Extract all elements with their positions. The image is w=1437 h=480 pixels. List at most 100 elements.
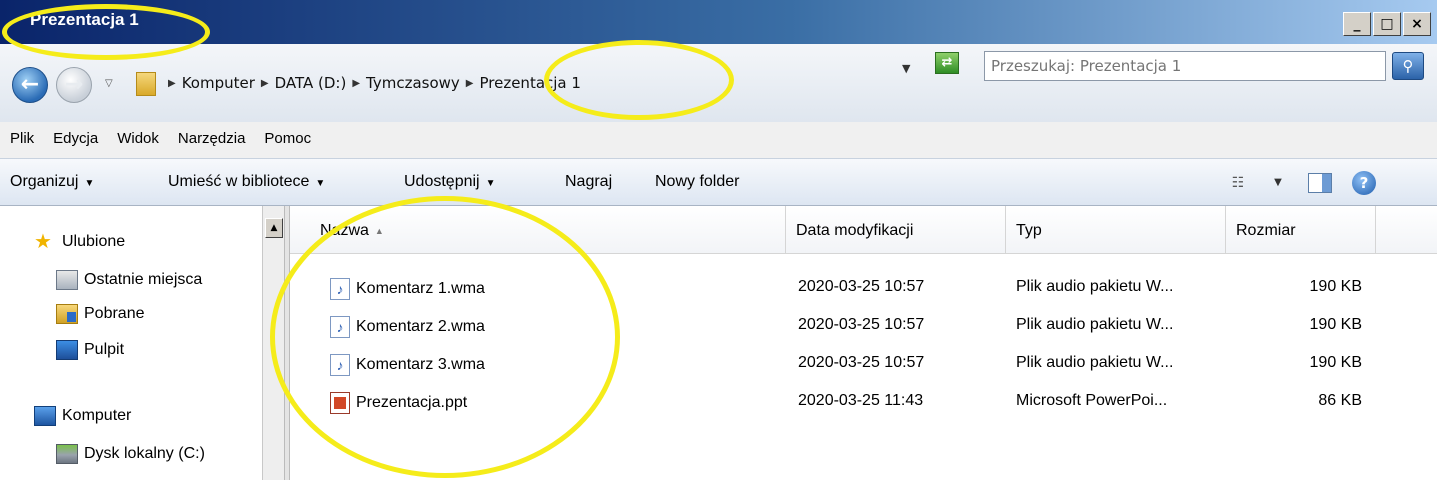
title-bar: Prezentacja 1 _ □ ×: [0, 0, 1437, 44]
nav-recent-places[interactable]: Ostatnie miejsca: [56, 270, 202, 290]
breadcrumb-item[interactable]: ▶ Prezentacja 1: [466, 74, 581, 92]
view-controls: ☷ ▼ ?: [1228, 171, 1376, 195]
new-folder-button[interactable]: Nowy folder: [655, 173, 739, 191]
include-in-library-button[interactable]: Umieść w bibliotece ▼: [168, 173, 325, 191]
back-button[interactable]: ←: [12, 67, 48, 103]
scroll-up-icon[interactable]: ▲: [265, 218, 283, 238]
breadcrumb-item[interactable]: ▶ DATA (D:): [261, 74, 346, 92]
breadcrumb-label: Komputer: [181, 74, 255, 92]
file-modified: 2020-03-25 11:43: [798, 392, 924, 409]
breadcrumb-item[interactable]: ▶ Tymczasowy: [352, 74, 459, 92]
table-row[interactable]: ♪ Komentarz 1.wma 2020-03-25 10:57 Plik …: [290, 270, 1380, 304]
wma-audio-icon: ♪: [330, 354, 350, 376]
search-field[interactable]: [984, 51, 1386, 81]
table-row[interactable]: Prezentacja.ppt 2020-03-25 11:43 Microso…: [290, 384, 1380, 418]
nav-label: Ostatnie miejsca: [84, 271, 203, 288]
breadcrumb-items: ▶ Komputer ▶ DATA (D:) ▶ Tymczasowy ▶ Prezen…: [168, 74, 581, 92]
wma-audio-icon: ♪: [330, 278, 350, 300]
share-button[interactable]: Udostępnij ▼: [404, 173, 496, 191]
desktop-icon: [56, 340, 78, 360]
nav-desktop[interactable]: Pulpit: [56, 340, 124, 360]
nav-favorites[interactable]: ★ Ulubione: [34, 232, 125, 252]
nav-label: Pobrane: [84, 305, 145, 322]
nav-label: Komputer: [62, 407, 132, 424]
nav-scrollbar[interactable]: ▲: [262, 206, 284, 480]
breadcrumb-label: DATA (D:): [274, 74, 347, 92]
breadcrumb-label: Prezentacja 1: [479, 74, 581, 92]
menu-bar: Plik Edycja Widok Narzędzia Pomoc: [0, 122, 1437, 158]
help-icon[interactable]: ?: [1352, 171, 1376, 195]
wma-audio-icon: ♪: [330, 316, 350, 338]
nav-local-disk[interactable]: Dysk lokalny (C:): [56, 444, 205, 464]
view-options-icon[interactable]: ☷: [1228, 173, 1248, 193]
menu-file[interactable]: Plik: [0, 122, 45, 158]
column-modified[interactable]: Data modyfikacji: [786, 206, 1006, 254]
menu-edit[interactable]: Edycja: [45, 122, 109, 158]
file-name-cell: ♪ Komentarz 2.wma: [330, 316, 485, 338]
chevron-down-icon: ▼: [485, 178, 496, 189]
table-row[interactable]: ♪ Komentarz 2.wma 2020-03-25 10:57 Plik …: [290, 308, 1380, 342]
refresh-button[interactable]: ⇄: [935, 52, 959, 74]
local-disk-icon: [56, 444, 78, 464]
nav-label: Dysk lokalny (C:): [84, 445, 205, 462]
arrow-right-icon: →: [64, 72, 84, 97]
file-name: Komentarz 3.wma: [356, 356, 485, 373]
column-name[interactable]: Nazwa ▲: [290, 206, 786, 254]
burn-button[interactable]: Nagraj: [565, 173, 612, 191]
command-bar: Organizuj ▼ Umieść w bibliotece ▼ Udostępn…: [0, 158, 1437, 206]
nav-label: Pulpit: [84, 341, 125, 358]
search-input[interactable]: [985, 52, 1385, 80]
column-headers: Nazwa ▲ Data modyfikacji Typ Rozmiar: [290, 206, 1437, 254]
computer-icon: [34, 406, 56, 426]
nav-label: Ulubione: [62, 233, 126, 250]
nav-computer[interactable]: Komputer: [34, 406, 131, 426]
breadcrumb-label: Tymczasowy: [366, 74, 460, 92]
breadcrumb[interactable]: ▶ Komputer ▶ DATA (D:) ▶ Tymczasowy ▶ Prezen…: [126, 68, 926, 102]
preview-pane-icon[interactable]: [1308, 173, 1332, 193]
arrow-left-icon: ←: [20, 72, 40, 97]
window-controls: _ □ ×: [1343, 12, 1431, 36]
menu-tools[interactable]: Narzędzia: [170, 122, 257, 158]
file-modified: 2020-03-25 10:57: [798, 354, 925, 371]
table-row[interactable]: ♪ Komentarz 3.wma 2020-03-25 10:57 Plik …: [290, 346, 1380, 380]
file-name-cell: ♪ Komentarz 1.wma: [330, 278, 485, 300]
organize-label: Organizuj: [10, 173, 79, 190]
star-icon: ★: [34, 231, 52, 253]
file-type: Plik audio pakietu W...: [1016, 354, 1174, 371]
close-button[interactable]: ×: [1403, 12, 1431, 36]
forward-button[interactable]: →: [56, 67, 92, 103]
address-bar: ← → ▽ ▶ Komputer ▶ DATA (D:) ▶ Tymczasowy ▶…: [0, 44, 1437, 122]
menu-help[interactable]: Pomoc: [256, 122, 322, 158]
chevron-right-icon: ▶: [352, 77, 361, 89]
ppt-file-icon: [330, 392, 350, 414]
nav-downloads[interactable]: Pobrane: [56, 304, 145, 324]
file-modified: 2020-03-25 10:57: [798, 316, 925, 333]
minimize-button[interactable]: _: [1343, 12, 1371, 36]
breadcrumb-item[interactable]: ▶ Komputer: [168, 74, 255, 92]
menu-view[interactable]: Widok: [109, 122, 170, 158]
file-type: Plik audio pakietu W...: [1016, 316, 1174, 333]
address-dropdown-icon[interactable]: ▼: [902, 62, 910, 75]
column-size[interactable]: Rozmiar: [1226, 206, 1376, 254]
chevron-right-icon: ▶: [465, 77, 474, 89]
downloads-folder-icon: [56, 304, 78, 324]
file-name-cell: Prezentacja.ppt: [330, 392, 467, 414]
chevron-right-icon: ▶: [168, 77, 176, 89]
file-name: Prezentacja.ppt: [356, 394, 468, 411]
file-modified: 2020-03-25 10:57: [798, 278, 925, 295]
history-dropdown-icon[interactable]: ▽: [105, 78, 113, 89]
navigation-pane: ★ Ulubione Ostatnie miejsca Pobrane Pulp…: [0, 206, 262, 480]
recent-places-icon: [56, 270, 78, 290]
file-type: Plik audio pakietu W...: [1016, 278, 1174, 295]
chevron-down-icon: ▼: [315, 178, 326, 189]
share-label: Udostępnij: [404, 173, 480, 190]
organize-button[interactable]: Organizuj ▼: [10, 173, 94, 191]
maximize-button[interactable]: □: [1373, 12, 1401, 36]
chevron-down-icon: ▼: [84, 178, 95, 189]
sort-ascending-icon: ▲: [374, 225, 384, 236]
folder-icon: [136, 72, 156, 96]
chevron-down-icon[interactable]: ▼: [1268, 173, 1288, 193]
window-title: Prezentacja 1: [30, 10, 139, 29]
search-icon[interactable]: ⚲: [1392, 52, 1424, 80]
column-type[interactable]: Typ: [1006, 206, 1226, 254]
